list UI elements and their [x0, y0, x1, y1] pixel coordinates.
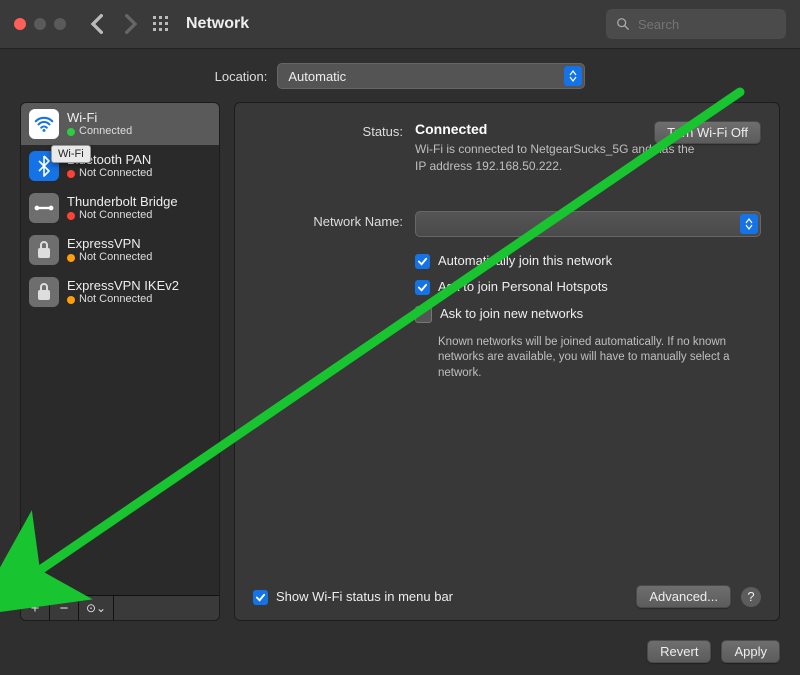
vpn-icon — [29, 235, 59, 265]
service-item-expressvpn[interactable]: ExpressVPNNot Connected — [21, 229, 219, 271]
network-name-row: Network Name: Automatically join this ne… — [253, 211, 761, 392]
location-value: Automatic — [288, 69, 346, 84]
service-name: ExpressVPN IKEv2 — [67, 278, 179, 294]
location-label: Location: — [215, 69, 268, 84]
wifi-tooltip: Wi-Fi — [51, 145, 91, 163]
service-item-wi-fi[interactable]: Wi-FiConnected — [21, 103, 219, 145]
network-preferences-window: Network Location: Automatic Wi-FiConnect… — [0, 0, 800, 675]
network-name-select[interactable] — [415, 211, 761, 237]
apply-button[interactable]: Apply — [721, 640, 780, 663]
services-sidebar: Wi-FiConnectedBluetooth PANNot Connected… — [20, 102, 220, 621]
status-description: Wi-Fi is connected to NetgearSucks_5G an… — [415, 141, 705, 175]
service-name: Wi-Fi — [67, 110, 132, 126]
new-networks-description: Known networks will be joined automatica… — [438, 335, 738, 382]
service-name: Thunderbolt Bridge — [67, 194, 178, 210]
window-title: Network — [186, 15, 249, 33]
turn-wifi-off-button[interactable]: Turn Wi-Fi Off — [654, 121, 761, 144]
status-dot-icon — [67, 170, 75, 178]
checkbox-checked-icon — [253, 590, 268, 605]
checkbox-checked-icon — [415, 254, 430, 269]
show-all-icon[interactable] — [152, 15, 170, 33]
vpn-icon — [29, 277, 59, 307]
close-window-button[interactable] — [14, 18, 26, 30]
bottom-bar: Revert Apply — [647, 640, 780, 663]
show-status-checkbox[interactable]: Show Wi-Fi status in menu bar — [253, 589, 453, 605]
add-service-button[interactable]: + — [21, 596, 50, 620]
checkbox-checked-icon — [415, 280, 430, 295]
service-item-expressvpn-ikev2[interactable]: ExpressVPN IKEv2Not Connected — [21, 271, 219, 313]
hotspots-checkbox[interactable]: Ask to join Personal Hotspots — [415, 279, 761, 295]
advanced-button[interactable]: Advanced... — [636, 585, 731, 608]
wifi-icon — [29, 109, 59, 139]
service-status: Not Connected — [67, 251, 152, 264]
services-list: Wi-FiConnectedBluetooth PANNot Connected… — [21, 103, 219, 595]
status-dot-icon — [67, 254, 75, 262]
select-arrows-icon — [564, 66, 582, 86]
search-input[interactable] — [636, 16, 776, 33]
detail-panel: Turn Wi-Fi Off Status: Connected Wi-Fi i… — [234, 102, 780, 621]
tb-icon — [29, 193, 59, 223]
forward-button[interactable] — [120, 14, 140, 34]
location-select[interactable]: Automatic — [277, 63, 585, 89]
service-status: Not Connected — [67, 167, 152, 180]
auto-join-label: Automatically join this network — [438, 253, 612, 268]
auto-join-checkbox[interactable]: Automatically join this network — [415, 253, 761, 269]
show-status-label: Show Wi-Fi status in menu bar — [276, 589, 453, 604]
search-icon — [616, 17, 630, 31]
hotspots-label: Ask to join Personal Hotspots — [438, 279, 608, 294]
remove-service-button[interactable]: − — [50, 596, 79, 620]
service-item-thunderbolt-bridge[interactable]: Thunderbolt BridgeNot Connected — [21, 187, 219, 229]
zoom-window-button[interactable] — [54, 18, 66, 30]
status-dot-icon — [67, 296, 75, 304]
location-bar: Location: Automatic — [0, 49, 800, 103]
select-arrows-icon — [740, 214, 758, 234]
service-status: Not Connected — [67, 209, 178, 222]
new-networks-label: Ask to join new networks — [440, 306, 583, 321]
sidebar-footer: + − ⊙⌄ — [21, 595, 219, 620]
body: Wi-FiConnectedBluetooth PANNot Connected… — [20, 102, 780, 621]
main-footer: Show Wi-Fi status in menu bar Advanced..… — [253, 585, 761, 608]
service-actions-button[interactable]: ⊙⌄ — [79, 596, 114, 620]
status-dot-icon — [67, 128, 75, 136]
minimize-window-button[interactable] — [34, 18, 46, 30]
status-label: Status: — [253, 121, 415, 139]
revert-button[interactable]: Revert — [647, 640, 711, 663]
new-networks-checkbox[interactable]: Ask to join new networks Known networks … — [415, 305, 761, 382]
search-field[interactable] — [606, 9, 786, 39]
service-status: Connected — [67, 125, 132, 138]
service-name: ExpressVPN — [67, 236, 152, 252]
status-dot-icon — [67, 212, 75, 220]
service-status: Not Connected — [67, 293, 179, 306]
titlebar: Network — [0, 0, 800, 49]
help-button[interactable]: ? — [741, 587, 761, 607]
network-name-label: Network Name: — [253, 211, 415, 229]
checkbox-unchecked-icon — [415, 306, 432, 323]
window-controls — [14, 18, 66, 30]
back-button[interactable] — [88, 14, 108, 34]
